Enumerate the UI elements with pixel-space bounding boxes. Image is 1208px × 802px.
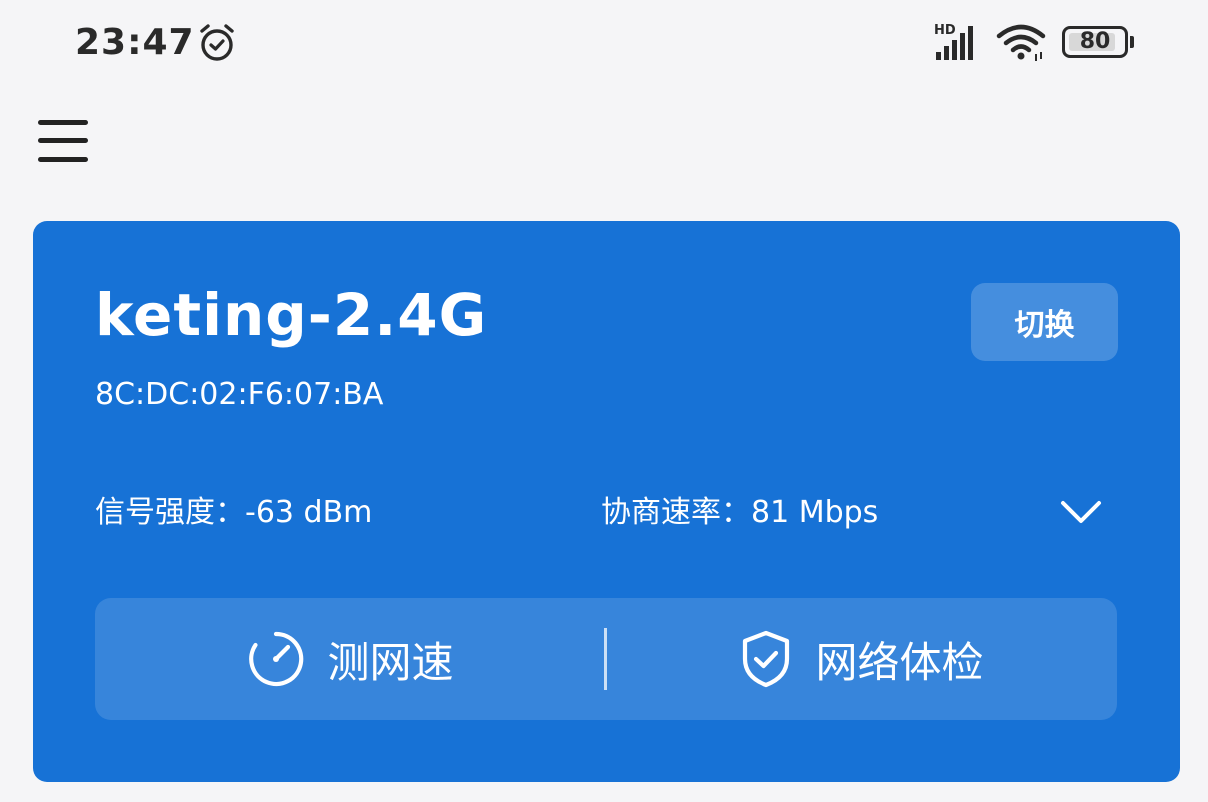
speed-test-button[interactable]: 测网速 — [95, 598, 606, 720]
wifi-ssid: keting-2.4G — [95, 281, 488, 349]
signal-icon: HD — [934, 23, 973, 60]
wifi-icon — [996, 24, 1046, 61]
network-checkup-button[interactable]: 网络体检 — [606, 598, 1117, 720]
alarm-icon — [200, 24, 234, 61]
chevron-down-icon[interactable] — [1059, 497, 1103, 527]
menu-icon[interactable] — [38, 118, 90, 164]
wifi-mac-address: 8C:DC:02:F6:07:BA — [95, 377, 384, 412]
wifi-card: keting-2.4G 8C:DC:02:F6:07:BA 切换 信号强度：-6… — [33, 221, 1180, 782]
screen: 23:47 HD 80 keting-2.4G 8C:DC:02:F6:07:B… — [0, 0, 1208, 802]
status-time: 23:47 — [75, 22, 195, 63]
battery-icon: 80 — [1062, 26, 1134, 58]
signal-strength: 信号强度：-63 dBm — [95, 495, 373, 530]
network-type-label: HD — [934, 23, 956, 38]
speed-test-label: 测网速 — [327, 637, 454, 687]
network-checkup-label: 网络体检 — [815, 637, 984, 687]
shield-check-icon — [743, 630, 790, 688]
negotiated-rate: 协商速率：81 Mbps — [601, 495, 879, 530]
speedometer-icon — [249, 631, 304, 687]
battery-level: 80 — [1079, 29, 1111, 54]
action-bar: 测网速 网络体检 — [95, 598, 1117, 720]
battery-cap — [1130, 36, 1134, 48]
status-bar: 23:47 HD 80 — [0, 0, 1208, 90]
switch-network-button[interactable]: 切换 — [971, 283, 1118, 361]
